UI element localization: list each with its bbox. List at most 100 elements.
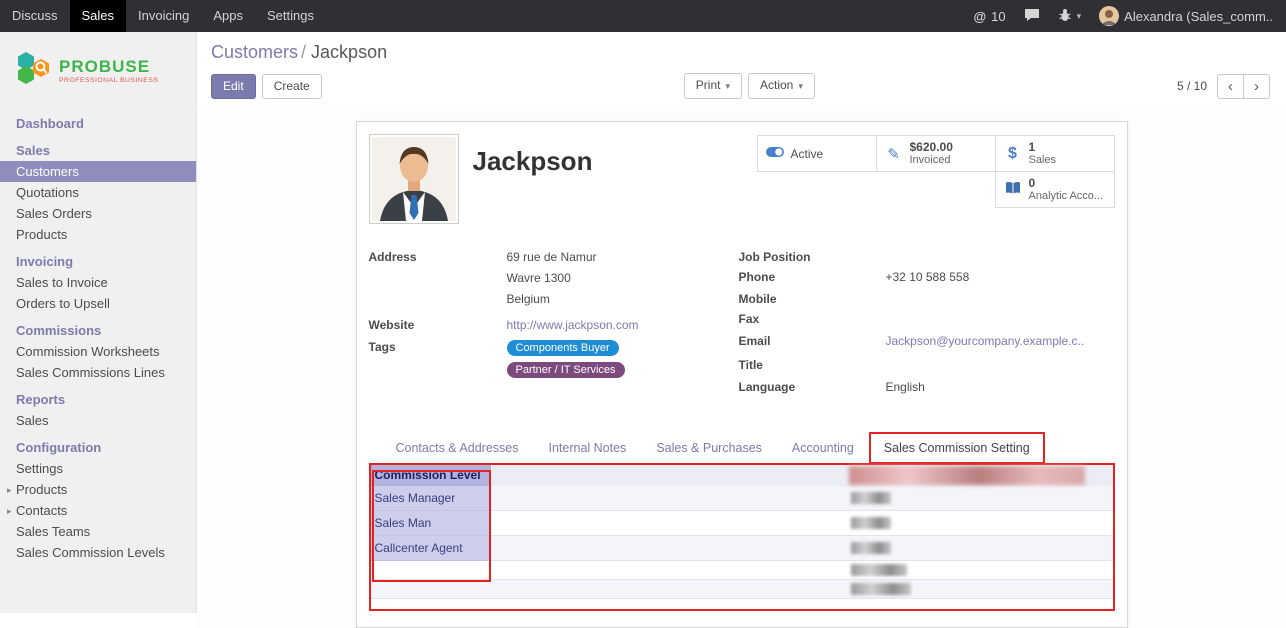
tab-internal-notes[interactable]: Internal Notes xyxy=(533,433,641,463)
stat-button-sales[interactable]: $ 1 Sales xyxy=(995,135,1115,172)
empty-cell xyxy=(1085,580,1113,599)
top-navbar: Discuss Sales Invoicing Apps Settings @ … xyxy=(0,0,1286,32)
sidebar-item-customers[interactable]: Customers xyxy=(0,161,196,182)
app-apps[interactable]: Apps xyxy=(201,0,255,32)
website-link[interactable]: http://www.jackpson.com xyxy=(507,318,639,333)
sidebar-item-sales-to-invoice[interactable]: Sales to Invoice xyxy=(0,272,196,293)
app-discuss[interactable]: Discuss xyxy=(0,0,70,32)
app-sales[interactable]: Sales xyxy=(70,0,127,32)
pager-counter: 5 / 10 xyxy=(1177,79,1207,93)
sidebar-item-orders-to-upsell[interactable]: Orders to Upsell xyxy=(0,293,196,314)
tab-contacts-addresses[interactable]: Contacts & Addresses xyxy=(381,433,534,463)
print-label: Print xyxy=(696,78,721,92)
sidebar-item-config-contacts[interactable]: ▸Contacts xyxy=(0,500,196,521)
sidebar-item-reports-sales[interactable]: Sales xyxy=(0,410,196,431)
commission-row-callcenter-agent[interactable]: Callcenter Agent xyxy=(371,536,1113,561)
debug-menu-button[interactable]: ▾ xyxy=(1049,8,1091,25)
breadcrumb: Customers/Jackpson xyxy=(211,42,1270,63)
menu-header-configuration[interactable]: Configuration xyxy=(0,431,196,458)
menu-header-reports[interactable]: Reports xyxy=(0,383,196,410)
sidebar-item-sales-orders[interactable]: Sales Orders xyxy=(0,203,196,224)
commission-row-empty[interactable] xyxy=(371,561,1113,580)
sidebar-menu: Dashboard Sales Customers Quotations Sal… xyxy=(0,107,196,563)
menu-header-sales[interactable]: Sales xyxy=(0,134,196,161)
user-avatar xyxy=(1099,6,1119,26)
tab-sales-purchases[interactable]: Sales & Purchases xyxy=(641,433,777,463)
redacted-value xyxy=(851,492,891,504)
chevron-down-icon: ▾ xyxy=(725,81,730,91)
toggle-icon xyxy=(765,145,785,162)
commission-row-sales-man[interactable]: Sales Man xyxy=(371,511,1113,536)
empty-cell xyxy=(1085,486,1113,511)
mentions-button[interactable]: @ 10 xyxy=(964,9,1014,24)
pager-previous-button[interactable]: ‹ xyxy=(1217,74,1244,99)
empty-cell xyxy=(491,511,849,536)
mention-icon: @ xyxy=(973,9,986,24)
company-logo[interactable]: PROBUSE PROFESSIONAL BUSINESS xyxy=(0,32,196,107)
pencil-icon: ✎ xyxy=(884,145,904,163)
redacted-column-header xyxy=(849,466,1085,485)
tab-sales-commission-setting[interactable]: Sales Commission Setting xyxy=(869,432,1045,464)
stat-button-analytic[interactable]: 0 Analytic Acco... xyxy=(995,171,1115,208)
sidebar-item-products[interactable]: Products xyxy=(0,224,196,245)
tag-partner-it-services: Partner / IT Services xyxy=(507,362,625,378)
value-cell xyxy=(849,486,1085,511)
stat-button-active[interactable]: Active xyxy=(757,135,877,172)
sidebar-item-sales-commissions-lines[interactable]: Sales Commissions Lines xyxy=(0,362,196,383)
tab-accounting[interactable]: Accounting xyxy=(777,433,869,463)
stat-buttons: Active ✎ $620.00 Invoiced $ xyxy=(758,136,1115,208)
stat-button-invoiced[interactable]: ✎ $620.00 Invoiced xyxy=(876,135,996,172)
create-button[interactable]: Create xyxy=(262,74,322,99)
commission-row-sales-manager[interactable]: Sales Manager xyxy=(371,486,1113,511)
sidebar: PROBUSE PROFESSIONAL BUSINESS Dashboard … xyxy=(0,32,197,613)
sidebar-item-commission-worksheets[interactable]: Commission Worksheets xyxy=(0,341,196,362)
app-invoicing[interactable]: Invoicing xyxy=(126,0,201,32)
edit-button[interactable]: Edit xyxy=(211,74,256,99)
menu-header-invoicing[interactable]: Invoicing xyxy=(0,245,196,272)
app-settings[interactable]: Settings xyxy=(255,0,326,32)
app-menu: Discuss Sales Invoicing Apps Settings xyxy=(0,0,326,32)
form-view-area: Jackpson Active ✎ $62 xyxy=(197,107,1286,628)
app-window: Discuss Sales Invoicing Apps Settings @ … xyxy=(0,0,1286,613)
customer-name: Jackpson xyxy=(473,146,758,177)
menu-header-commissions[interactable]: Commissions xyxy=(0,314,196,341)
probuse-hexagon-icon xyxy=(14,50,52,91)
sales-count: 1 xyxy=(1029,141,1057,154)
sidebar-item-sales-commission-levels[interactable]: Sales Commission Levels xyxy=(0,542,196,563)
breadcrumb-customers-link[interactable]: Customers xyxy=(211,42,298,62)
phone-value: +32 10 588 558 xyxy=(886,270,970,285)
logo-title: PROBUSE xyxy=(59,58,158,75)
phone-label: Phone xyxy=(739,270,886,285)
expand-caret-icon: ▸ xyxy=(7,504,12,519)
customer-photo xyxy=(369,134,459,224)
pager-next-button[interactable]: › xyxy=(1243,74,1270,99)
commission-level-column-header[interactable]: Commission Level xyxy=(371,465,491,486)
sidebar-item-settings[interactable]: Settings xyxy=(0,458,196,479)
redacted-value xyxy=(851,564,907,576)
commission-table: Commission Level Sales Manager xyxy=(369,463,1115,611)
redacted-value xyxy=(851,517,891,529)
sidebar-item-sales-teams[interactable]: Sales Teams xyxy=(0,521,196,542)
header-spacer xyxy=(491,465,849,486)
invoiced-label: Invoiced xyxy=(910,154,953,167)
breadcrumb-current: Jackpson xyxy=(311,42,387,62)
language-label: Language xyxy=(739,380,886,395)
chevron-down-icon: ▾ xyxy=(1077,11,1082,22)
commission-row-empty[interactable] xyxy=(371,580,1113,599)
action-dropdown-button[interactable]: Action▾ xyxy=(748,73,815,99)
mobile-label: Mobile xyxy=(739,292,886,307)
dollar-icon: $ xyxy=(1003,145,1023,163)
book-icon xyxy=(1003,181,1023,199)
redacted-value xyxy=(851,542,891,554)
sidebar-item-config-products[interactable]: ▸Products xyxy=(0,479,196,500)
sidebar-item-quotations[interactable]: Quotations xyxy=(0,182,196,203)
print-dropdown-button[interactable]: Print ▾ xyxy=(684,73,742,99)
control-panel: Customers/Jackpson Edit Create Print ▾ Ac… xyxy=(197,32,1286,107)
empty-cell xyxy=(491,561,849,580)
email-link[interactable]: Jackpson@yourcompany.example.c.. xyxy=(886,334,1085,349)
user-menu[interactable]: Alexandra (Sales_comm.. xyxy=(1090,6,1282,26)
fax-label: Fax xyxy=(739,312,886,327)
empty-cell xyxy=(371,580,491,599)
menu-header-dashboard[interactable]: Dashboard xyxy=(0,107,196,134)
messages-button[interactable] xyxy=(1015,8,1049,25)
